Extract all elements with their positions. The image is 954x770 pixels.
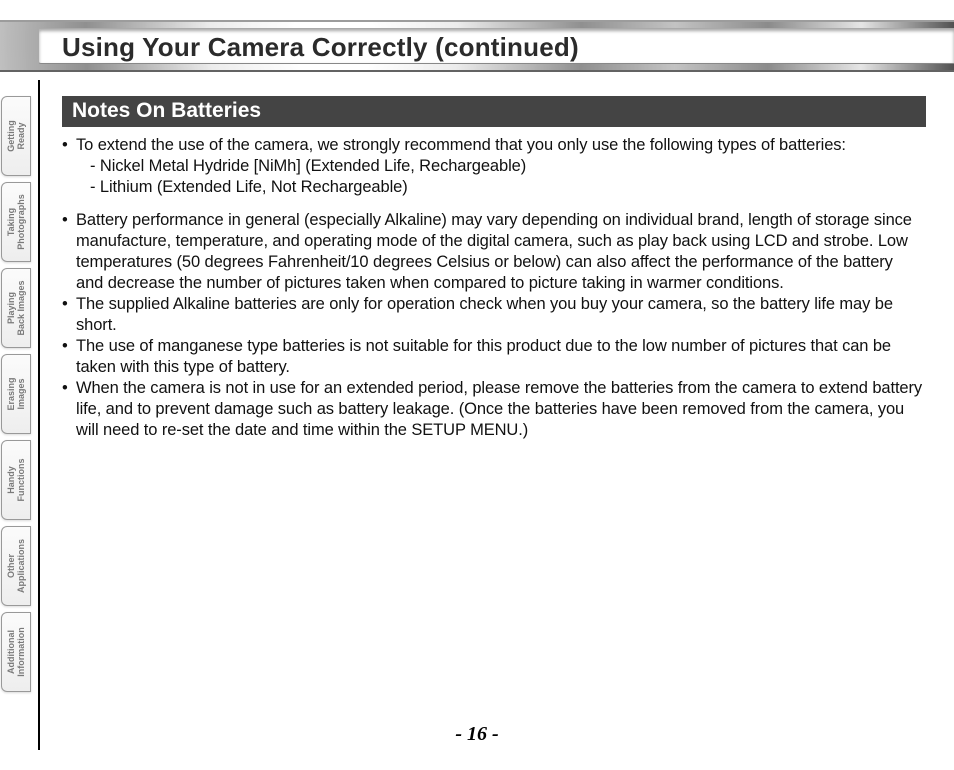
sidebar-tabs: GettingReady TakingPhotographs PlayingBa… (1, 96, 39, 698)
list-item-sub: - Nickel Metal Hydride [NiMh] (Extended … (76, 156, 924, 177)
tab-label-l2: Information (16, 627, 26, 677)
tab-getting-ready[interactable]: GettingReady (1, 96, 31, 176)
tab-label-l2: Functions (16, 459, 26, 502)
tab-label-l2: Applications (16, 539, 26, 593)
bullet-list: To extend the use of the camera, we stro… (62, 135, 924, 441)
tab-label-l1: Playing (6, 292, 16, 324)
document-page: Using Your Camera Correctly (continued) … (0, 0, 954, 770)
tab-playing-back-images[interactable]: PlayingBack Images (1, 268, 31, 348)
section-heading: Notes On Batteries (62, 96, 926, 127)
list-item: The use of manganese type batteries is n… (62, 336, 924, 378)
page-number: - 16 - (0, 723, 954, 746)
tab-label-l1: Additional (6, 630, 16, 674)
tab-other-applications[interactable]: OtherApplications (1, 526, 31, 606)
list-item-text: When the camera is not in use for an ext… (76, 379, 922, 439)
tab-label-l2: Photographs (16, 194, 26, 250)
tab-label-l1: Getting (6, 120, 16, 152)
tab-taking-photographs[interactable]: TakingPhotographs (1, 182, 31, 262)
list-item-text: The supplied Alkaline batteries are only… (76, 295, 893, 334)
vertical-divider (38, 80, 40, 750)
tab-label-l1: Erasing (6, 377, 16, 410)
list-item-text: To extend the use of the camera, we stro… (76, 136, 846, 154)
tab-label-l2: Images (16, 378, 26, 409)
list-item: Battery performance in general (especial… (62, 210, 924, 294)
tab-label-l1: Taking (6, 208, 16, 236)
list-item-text: The use of manganese type batteries is n… (76, 337, 891, 376)
list-item: To extend the use of the camera, we stro… (62, 135, 924, 198)
list-item: When the camera is not in use for an ext… (62, 378, 924, 441)
tab-label-l2: Back Images (16, 280, 26, 335)
tab-label-l2: Ready (16, 123, 26, 150)
list-item-text: Battery performance in general (especial… (76, 211, 912, 292)
tab-label-l1: Handy (6, 466, 16, 494)
tab-label-l1: Other (6, 554, 16, 578)
tab-additional-information[interactable]: AdditionalInformation (1, 612, 31, 692)
list-item: The supplied Alkaline batteries are only… (62, 294, 924, 336)
list-item-sub: - Lithium (Extended Life, Not Rechargeab… (76, 177, 924, 198)
page-title: Using Your Camera Correctly (continued) (62, 32, 579, 63)
content-area: Notes On Batteries To extend the use of … (62, 96, 930, 441)
tab-erasing-images[interactable]: ErasingImages (1, 354, 31, 434)
tab-handy-functions[interactable]: HandyFunctions (1, 440, 31, 520)
